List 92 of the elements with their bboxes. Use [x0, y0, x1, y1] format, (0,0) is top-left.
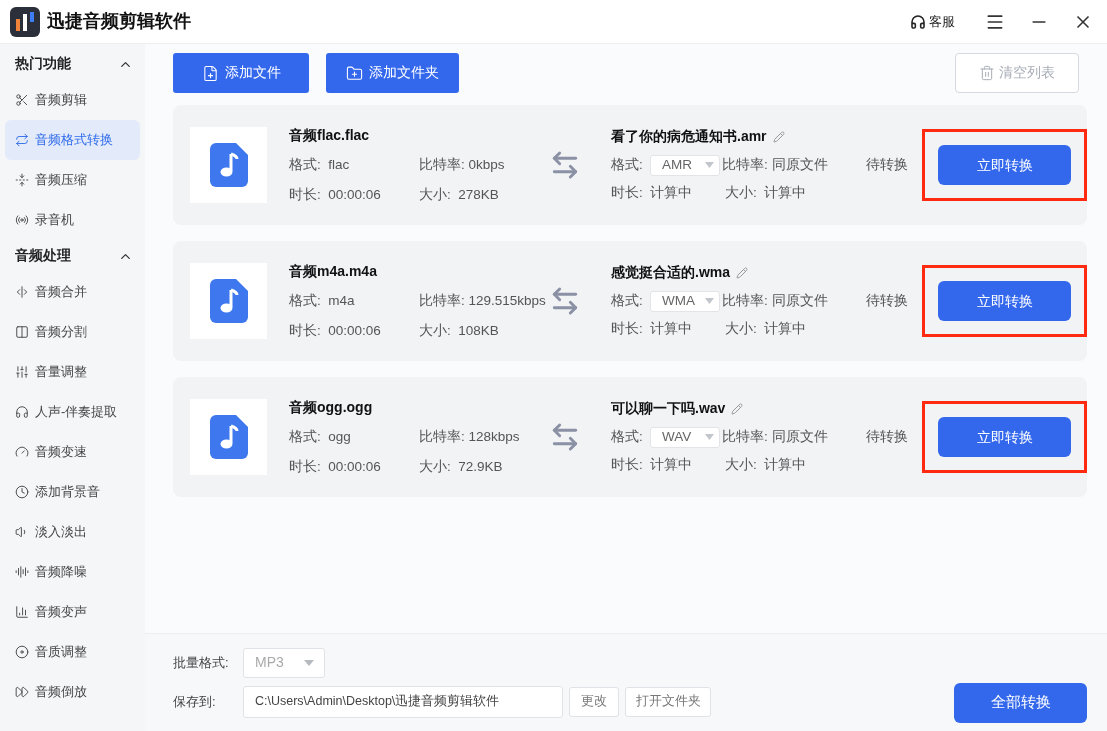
- target-duration: 时长: 计算中: [611, 320, 694, 339]
- sidebar-item[interactable]: 音频剪辑: [5, 80, 140, 120]
- waveform-icon: [15, 565, 29, 579]
- dropdown-caret-icon: [705, 434, 714, 441]
- convert-icon: [15, 133, 29, 147]
- source-format: 格式: ogg: [289, 428, 352, 447]
- sidebar-item[interactable]: 音频压缩: [5, 160, 140, 200]
- dropdown-caret-icon: [705, 298, 714, 305]
- dropdown-caret-icon: [304, 659, 314, 666]
- source-duration: 时长: 00:00:06: [289, 321, 382, 340]
- target-format-label: 格式:: [611, 292, 644, 311]
- sidebar-item[interactable]: 音频变声: [5, 592, 140, 632]
- conversion-status: 待转换: [866, 291, 908, 310]
- target-bitrate: 比特率: 同原文件: [722, 292, 828, 311]
- sidebar-item[interactable]: 音量调整: [5, 352, 140, 392]
- sliders-icon: [15, 365, 29, 379]
- source-format: 格式: flac: [289, 156, 351, 175]
- source-duration: 时长: 00:00:06: [289, 457, 382, 476]
- fast-forward-icon: [15, 685, 29, 699]
- sidebar-item[interactable]: 音频倒放: [5, 672, 140, 712]
- source-size: 大小: 278KB: [419, 185, 500, 204]
- conversion-status: 待转换: [866, 427, 908, 446]
- source-size: 大小: 72.9KB: [419, 457, 504, 476]
- sidebar-item[interactable]: 音频变速: [5, 432, 140, 472]
- target-file-name: 感觉挺合适的.wma: [611, 263, 730, 283]
- dropdown-caret-icon: [705, 162, 714, 169]
- source-file-name: 音频flac.flac: [289, 126, 371, 146]
- support-button[interactable]: 客服: [910, 11, 955, 32]
- sidebar-item[interactable]: 音频合并: [5, 272, 140, 312]
- target-size: 大小: 计算中: [725, 320, 808, 339]
- gauge-icon: [15, 445, 29, 459]
- sidebar-item[interactable]: 添加背景音: [5, 472, 140, 512]
- target-duration: 时长: 计算中: [611, 184, 694, 203]
- music-file-icon: [209, 143, 248, 187]
- save-to-label: 保存到:: [173, 692, 217, 711]
- target-size: 大小: 计算中: [725, 184, 808, 203]
- batch-format-label: 批量格式:: [173, 653, 230, 672]
- sidebar-item[interactable]: 音频分割: [5, 312, 140, 352]
- sidebar-section-title: 音频处理: [15, 246, 71, 265]
- sidebar-item[interactable]: 淡入淡出: [5, 512, 140, 552]
- format-dropdown[interactable]: WAV: [650, 426, 720, 448]
- edit-icon[interactable]: [772, 130, 785, 143]
- sidebar-item[interactable]: 人声-伴奏提取: [5, 392, 140, 432]
- folder-plus-icon: [346, 64, 363, 82]
- sidebar-item[interactable]: 音频降噪: [5, 552, 140, 592]
- source-file-name: 音频ogg.ogg: [289, 398, 374, 418]
- disc-icon: [15, 645, 29, 659]
- open-folder-button[interactable]: 打开文件夹: [625, 686, 711, 717]
- convert-all-button[interactable]: 全部转换: [954, 682, 1087, 723]
- target-duration: 时长: 计算中: [611, 456, 694, 475]
- save-path-field[interactable]: C:\Users\Admin\Desktop\迅捷音频剪辑软件: [243, 685, 563, 718]
- add-folder-button[interactable]: 添加文件夹: [326, 53, 459, 93]
- bar-chart-icon: [15, 605, 29, 619]
- sidebar-item[interactable]: 录音机: [5, 200, 140, 240]
- source-bitrate: 比特率: 129.515kbps: [419, 292, 546, 311]
- sidebar-item[interactable]: 音频格式转换: [5, 120, 140, 160]
- change-button[interactable]: 更改: [569, 686, 619, 717]
- target-bitrate: 比特率: 同原文件: [722, 428, 828, 447]
- compress-icon: [15, 173, 29, 187]
- format-dropdown[interactable]: AMR: [650, 154, 720, 176]
- source-duration: 时长: 00:00:06: [289, 185, 382, 204]
- app-logo-icon: [10, 6, 40, 37]
- radio-icon: [15, 213, 29, 227]
- headphones-icon: [15, 405, 29, 419]
- convert-now-button[interactable]: 立即转换: [938, 417, 1071, 457]
- target-format-label: 格式:: [611, 156, 644, 175]
- target-bitrate: 比特率: 同原文件: [722, 156, 828, 175]
- music-file-icon: [209, 279, 248, 323]
- target-size: 大小: 计算中: [725, 456, 808, 475]
- headset-icon: [910, 13, 926, 30]
- target-file-name: 看了你的病危通知书.amr: [611, 127, 767, 147]
- convert-now-button[interactable]: 立即转换: [938, 281, 1071, 321]
- source-size: 大小: 108KB: [419, 321, 500, 340]
- source-bitrate: 比特率: 0kbps: [419, 156, 506, 175]
- edit-icon[interactable]: [736, 266, 748, 279]
- window-title: 迅捷音频剪辑软件: [47, 10, 191, 33]
- music-file-icon: [209, 415, 248, 459]
- source-format: 格式: m4a: [289, 292, 356, 311]
- convert-now-button[interactable]: 立即转换: [938, 145, 1071, 185]
- conversion-status: 待转换: [866, 155, 908, 174]
- add-file-button[interactable]: 添加文件: [173, 53, 309, 93]
- target-file-name: 可以聊一下吗.wav: [611, 399, 726, 419]
- source-file-name: 音频m4a.m4a: [289, 262, 378, 282]
- sidebar-section-title: 热门功能: [15, 54, 71, 73]
- sidebar-item[interactable]: 音质调整: [5, 632, 140, 672]
- file-plus-icon: [201, 64, 219, 82]
- format-dropdown[interactable]: WMA: [650, 290, 720, 312]
- source-bitrate: 比特率: 128kbps: [419, 428, 521, 447]
- clock-icon: [15, 485, 29, 499]
- trash-icon: [979, 65, 995, 81]
- edit-icon[interactable]: [731, 402, 744, 415]
- target-format-label: 格式:: [611, 428, 644, 447]
